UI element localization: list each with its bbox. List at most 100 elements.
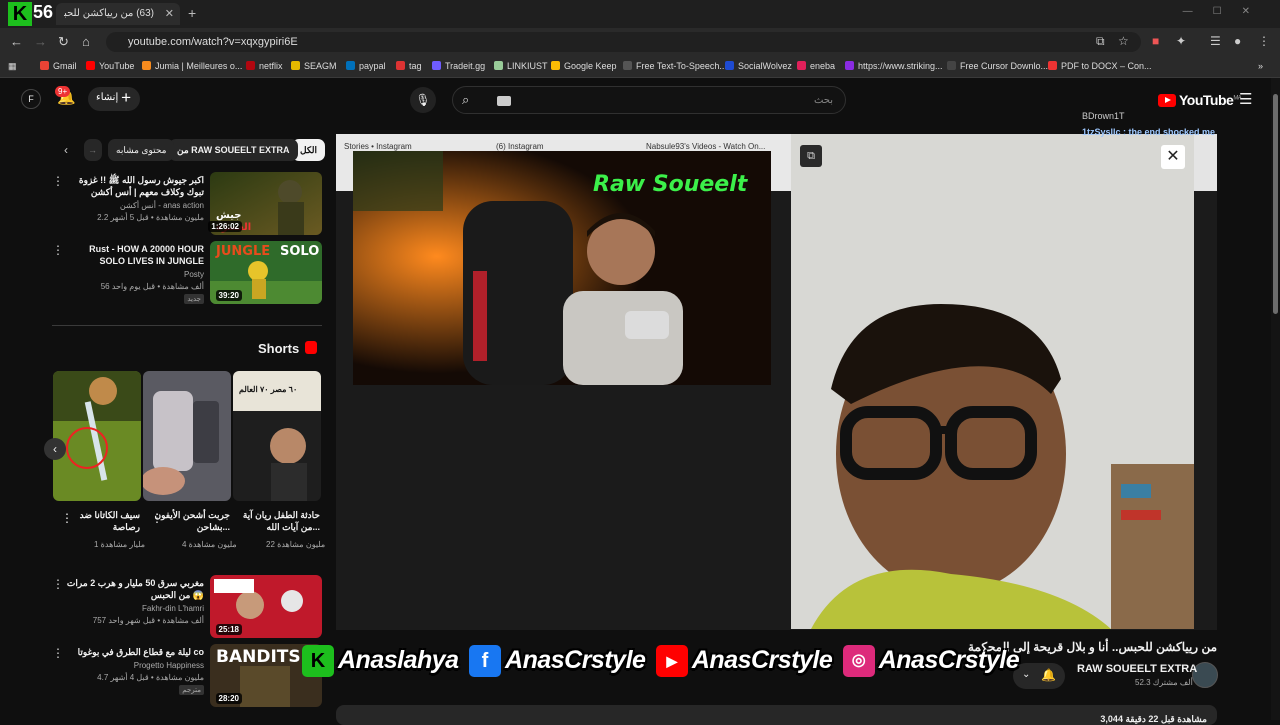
window-controls[interactable]: —☐✕ xyxy=(1183,6,1270,17)
tab-close-icon[interactable]: ✕ xyxy=(165,7,174,20)
short-views: 4 مليون مشاهدة xyxy=(182,540,237,549)
bookmark-tradeit[interactable]: Tradeit.gg xyxy=(432,61,485,71)
channel-name[interactable]: Progetto Happiness xyxy=(134,661,204,670)
voice-search-icon[interactable]: 🎙 xyxy=(410,87,436,113)
youtube-handle: ▶ AnasCrstyle xyxy=(655,642,833,680)
related-video[interactable]: 25:18 مغربي سرق 50 مليار و هرب 2 مرات من… xyxy=(52,575,322,639)
bell-icon: 🔔 xyxy=(1041,668,1056,682)
avatar[interactable]: F xyxy=(21,89,41,109)
browser-tab[interactable]: (63) من ريياكشن للحبس.. أنا و بلال قريحة… xyxy=(56,3,180,25)
install-icon[interactable]: ⧉ xyxy=(1096,34,1105,49)
kick-handle: K Anaslahya xyxy=(302,642,459,680)
picture-in-picture-icon[interactable]: ⧉ xyxy=(800,145,822,167)
bookmark-eneba[interactable]: eneba xyxy=(797,61,835,71)
channel-name[interactable]: RAW SOUEELT EXTRA xyxy=(1077,663,1197,675)
more-options-icon[interactable]: ⋮ xyxy=(52,243,64,257)
bookmark-youtube[interactable]: YouTube xyxy=(86,61,134,71)
menu-kebab-icon[interactable]: ⋮ xyxy=(1258,34,1270,48)
more-options-icon[interactable]: ⋮ xyxy=(151,511,163,525)
more-options-icon[interactable]: ⋮ xyxy=(52,174,64,188)
plus-icon: + xyxy=(121,88,131,107)
shorts-heading: Shorts xyxy=(258,341,300,356)
new-tab-button[interactable]: + xyxy=(188,5,196,21)
bookmark-socialwolvez[interactable]: SocialWolvez xyxy=(725,61,792,71)
short-thumbnail[interactable] xyxy=(143,371,231,501)
facebook-handle: f AnasCrstyle xyxy=(469,642,646,680)
bookmark-star-icon[interactable]: ☆ xyxy=(1118,34,1129,48)
extensions-puzzle-icon[interactable]: ✦ xyxy=(1176,34,1186,48)
url-field[interactable]: youtube.com/watch?v=xqxgypiri6E xyxy=(106,32,1141,52)
youtube-header: F 🔔 9+ إنشاء + 🎙 ⌕ بحث YouTubeMA ☰ xyxy=(0,78,1270,120)
chat-message: 1tzSysllc : the end shocked me xyxy=(1082,127,1216,137)
search-input[interactable]: ⌕ بحث xyxy=(452,86,846,114)
video-duration: 1:26:02 xyxy=(208,221,242,232)
short-image xyxy=(53,371,141,501)
shorts-prev-icon[interactable]: ‹ xyxy=(44,438,66,460)
bookmark-pdf-docx[interactable]: PDF to DOCX – Con... xyxy=(1048,61,1152,71)
video-title[interactable]: اكبر جيوش رسول الله ﷺ !! غزوة تبوك وكلاف… xyxy=(64,174,204,198)
bookmark-google-keep[interactable]: Google Keep xyxy=(551,61,617,71)
chip-similar[interactable]: محتوى مشابه xyxy=(108,139,175,161)
chips-prev-icon[interactable]: ‹ xyxy=(64,143,68,157)
reading-list-icon[interactable]: ☰ xyxy=(1210,34,1221,48)
more-options-icon[interactable]: ⋮ xyxy=(52,577,64,591)
create-button[interactable]: إنشاء + xyxy=(88,87,140,111)
create-label: إنشاء xyxy=(96,92,119,103)
back-icon[interactable]: ← xyxy=(10,34,23,49)
youtube-icon: ▶ xyxy=(655,645,688,677)
related-video[interactable]: BANDITS 28:20 ليلة مع قطاع الطرق في بوغو… xyxy=(52,644,322,708)
bookmark-striking[interactable]: https://www.striking... xyxy=(845,61,943,71)
bookmark-gmail[interactable]: Gmail xyxy=(40,61,77,71)
chip-scroll-icon[interactable]: → xyxy=(84,139,102,161)
close-icon[interactable]: ✕ xyxy=(1161,145,1185,169)
reactor-webcam xyxy=(791,134,1194,629)
bookmark-cursor[interactable]: Free Cursor Downlo... xyxy=(947,61,1048,71)
bookmark-linkiust[interactable]: LINKIUST xyxy=(494,61,548,71)
forward-icon[interactable]: → xyxy=(34,34,47,49)
page-scrollbar[interactable] xyxy=(1271,78,1280,720)
home-icon[interactable]: ⌂ xyxy=(82,34,90,49)
channel-name[interactable]: Posty xyxy=(184,270,204,279)
more-bookmarks-icon[interactable]: » xyxy=(1258,61,1263,71)
chip-from-channel[interactable]: من RAW SOUEELT EXTRA xyxy=(169,139,298,161)
extension-icon[interactable]: ■ xyxy=(1152,34,1159,48)
bookmark-netflix[interactable]: netflix xyxy=(246,61,283,71)
tab-title: (63) من ريياكشن للحبس.. أنا و بلال قريحة… xyxy=(64,8,154,19)
short-title[interactable]: حادثة الطفل ريان آية من آيات الله... xyxy=(240,509,320,533)
related-video[interactable]: جيش العسرة 1:26:02 اكبر جيوش رسول الله ﷺ… xyxy=(52,172,322,236)
profile-icon[interactable]: ● xyxy=(1234,34,1241,48)
apps-grid-icon[interactable]: ▦ xyxy=(8,61,17,72)
bookmark-jumia[interactable]: Jumia | Meilleures o... xyxy=(142,61,242,71)
streamer-scene: Raw Soueelt xyxy=(353,151,771,385)
shorts-logo-icon xyxy=(305,341,317,354)
video-title[interactable]: Rust - HOW A 20000 HOUR SOLO LIVES IN JU… xyxy=(64,243,204,267)
reload-icon[interactable]: ↻ xyxy=(58,34,69,50)
short-thumbnail[interactable]: ٦٠ مصر ٧٠ العالم xyxy=(233,371,321,501)
short-thumbnail[interactable] xyxy=(53,371,141,501)
webcam-scene xyxy=(791,134,1194,629)
facebook-icon: f xyxy=(469,645,502,677)
more-options-icon[interactable]: ⋮ xyxy=(52,646,64,660)
keyboard-icon[interactable] xyxy=(497,96,511,106)
bookmark-tts[interactable]: Free Text-To-Speech... xyxy=(623,61,727,71)
scrollbar-thumb[interactable] xyxy=(1273,94,1278,314)
channel-name[interactable]: Fakhr-din L'hamri xyxy=(142,604,204,613)
video-title[interactable]: مغربي سرق 50 مليار و هرب 2 مرات من الحبس… xyxy=(64,577,204,601)
hamburger-menu-icon[interactable]: ☰ xyxy=(1239,90,1252,108)
bookmark-paypal[interactable]: paypal xyxy=(346,61,386,71)
more-options-icon[interactable]: ⋮ xyxy=(61,511,73,525)
video-meta: 2.2 مليون مشاهدة • قبل 5 أشهر xyxy=(97,213,204,222)
video-meta: 56 ألف مشاهدة • قبل يوم واحد xyxy=(100,282,204,291)
related-video[interactable]: JUNGLE SOLO 39:20 Rust - HOW A 20000 HOU… xyxy=(52,241,322,305)
video-title[interactable]: ليلة مع قطاع الطرق في بوغوتا co xyxy=(64,646,204,658)
search-icon[interactable]: ⌕ xyxy=(462,92,469,108)
bookmark-seagm[interactable]: SEAGM xyxy=(291,61,337,71)
svg-text:BANDITS: BANDITS xyxy=(216,647,301,667)
youtube-logo[interactable]: YouTubeMA xyxy=(1158,92,1242,108)
channel-name[interactable]: أنس أكشن - anas action xyxy=(120,201,204,210)
description-box[interactable]: 3,044 مشاهدة قبل 22 دقيقة xyxy=(336,705,1217,725)
url-text: youtube.com/watch?v=xqxgypiri6E xyxy=(128,36,298,48)
svg-text:JUNGLE: JUNGLE xyxy=(215,244,270,259)
bookmark-tag[interactable]: tag xyxy=(396,61,422,71)
address-bar: ← → ↻ ⌂ youtube.com/watch?v=xqxgypiri6E … xyxy=(0,28,1280,56)
